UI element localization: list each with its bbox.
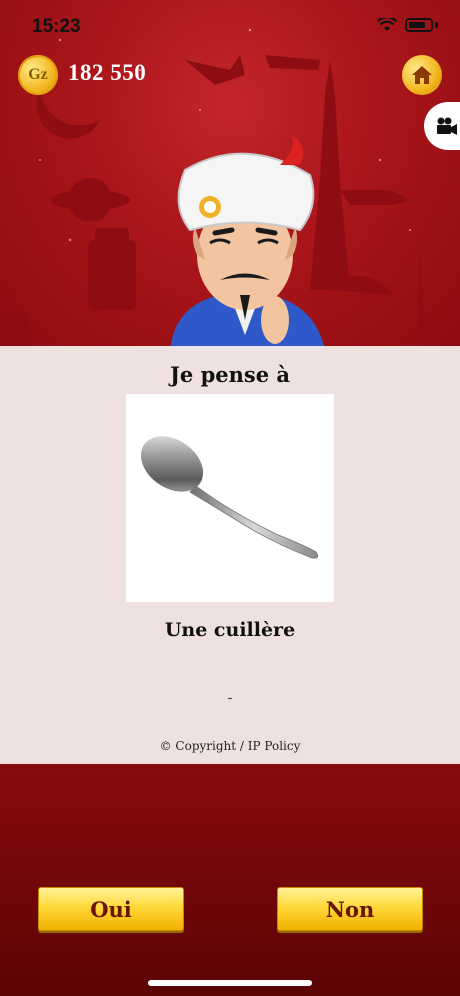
- coin-icon: Gz: [18, 55, 58, 95]
- yes-button-label: Oui: [90, 896, 132, 922]
- panel-title: Je pense à: [169, 362, 291, 387]
- no-button[interactable]: Non: [277, 887, 423, 931]
- home-indicator[interactable]: [148, 980, 312, 986]
- status-bar: 15:23: [0, 0, 460, 54]
- status-time: 15:23: [32, 16, 81, 37]
- coin-amount: 182 550: [68, 60, 147, 85]
- guess-image-card: [126, 394, 334, 602]
- wifi-icon: [377, 18, 397, 31]
- status-icons: [377, 18, 438, 32]
- no-button-label: Non: [325, 896, 375, 922]
- genie-character: [170, 135, 325, 350]
- description-placeholder: -: [227, 690, 233, 706]
- copyright-link[interactable]: © Copyright / IP Policy: [0, 739, 460, 753]
- guess-name: Une cuillère: [164, 619, 296, 641]
- video-camera-icon: [437, 117, 457, 135]
- background-bottom: [0, 760, 460, 996]
- home-icon: [412, 66, 432, 84]
- spoon-image: [140, 436, 319, 559]
- yes-button[interactable]: Oui: [38, 887, 184, 931]
- coin-symbol: Gz: [28, 66, 48, 83]
- battery-cap: [435, 22, 438, 28]
- home-button[interactable]: [402, 55, 442, 95]
- battery-icon: [405, 18, 433, 32]
